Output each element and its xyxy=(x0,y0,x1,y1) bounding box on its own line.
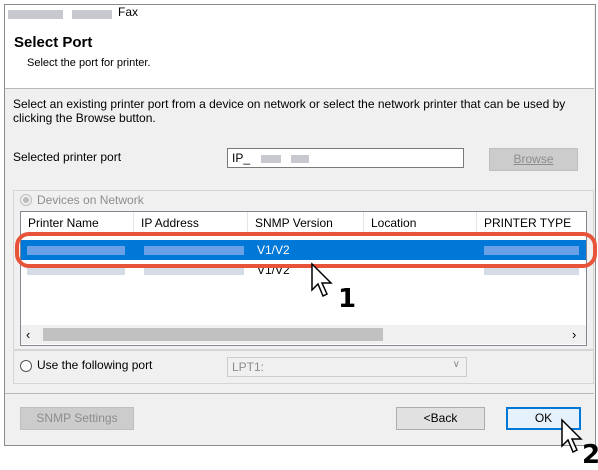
selected-port-field[interactable]: IP_ xyxy=(227,148,464,168)
devices-radio[interactable] xyxy=(20,194,32,206)
redacted-port xyxy=(261,154,282,163)
chevron-down-icon: ∨ xyxy=(452,359,460,370)
footer-divider xyxy=(5,393,594,394)
use-port-radio[interactable] xyxy=(20,360,32,372)
redacted-port xyxy=(290,154,309,163)
page-subtitle: Select the port for printer. xyxy=(27,57,151,69)
back-button[interactable]: <Back xyxy=(396,407,485,430)
header-divider xyxy=(5,88,594,89)
snmp-settings-button[interactable]: SNMP Settings xyxy=(20,407,134,430)
scroll-right-icon[interactable]: › xyxy=(572,327,576,342)
redacted-app-name xyxy=(8,10,63,19)
pointer-cursor-icon xyxy=(311,262,333,298)
highlight-frame xyxy=(15,232,597,268)
browse-button[interactable]: Browse xyxy=(489,148,578,171)
instructions-text: Select an existing printer port from a d… xyxy=(13,97,566,125)
app-title: Fax xyxy=(118,5,139,19)
scroll-left-icon[interactable]: ‹ xyxy=(26,327,30,342)
port-select[interactable]: LPT1: ∨ xyxy=(227,357,467,377)
callout-number: 1 xyxy=(338,284,357,314)
redacted-app-name xyxy=(72,10,112,19)
selected-port-label: Selected printer port xyxy=(13,150,122,164)
port-select-value: LPT1: xyxy=(232,360,265,374)
devices-radio-dot xyxy=(23,197,29,203)
selected-port-value: IP_ xyxy=(232,151,251,165)
page-title: Select Port xyxy=(14,34,93,51)
use-port-radio-label: Use the following port xyxy=(37,358,153,372)
scrollbar-thumb[interactable] xyxy=(43,328,383,341)
devices-radio-label: Devices on Network xyxy=(37,193,144,207)
horizontal-scrollbar[interactable]: ‹ › xyxy=(21,325,586,344)
callout-number: 2 xyxy=(582,440,598,470)
